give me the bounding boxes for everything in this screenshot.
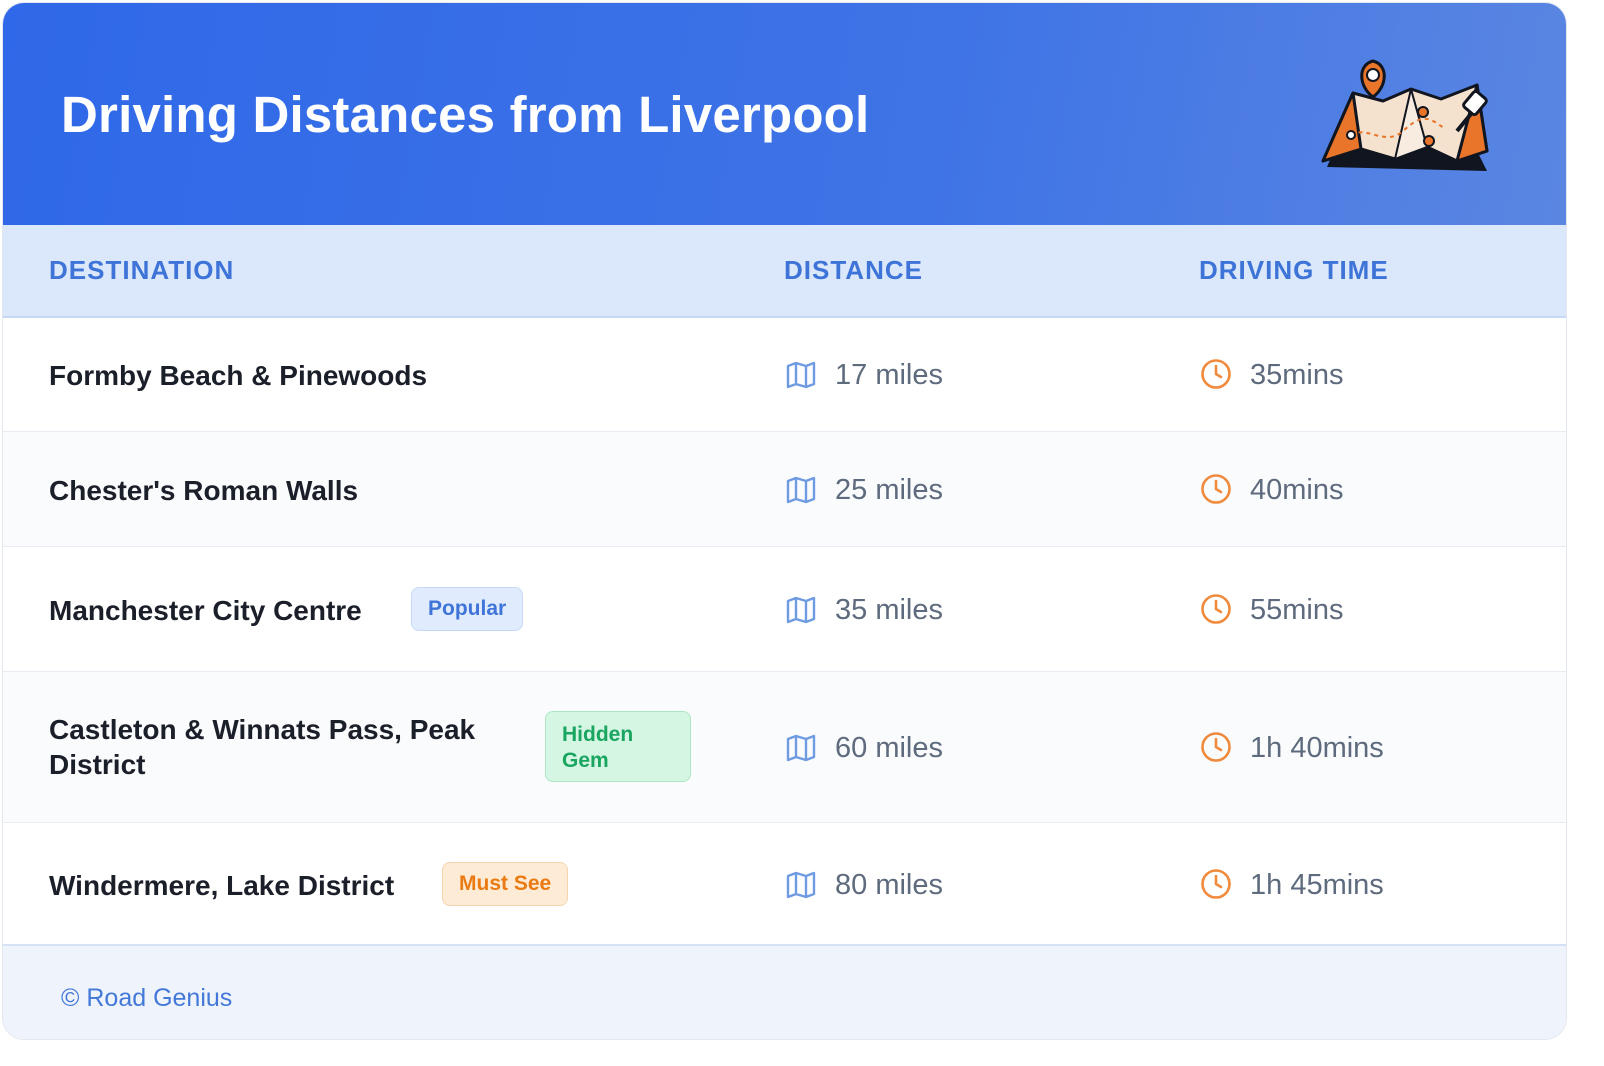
destination-name: Manchester City Centre xyxy=(49,595,362,626)
column-header-destination: DESTINATION xyxy=(49,255,235,285)
popular-badge: Popular xyxy=(411,587,524,631)
table-row: Castleton & Winnats Pass, Peak District … xyxy=(3,672,1566,823)
driving-time-value: 40mins xyxy=(1250,474,1344,506)
clock-icon xyxy=(1201,359,1231,389)
distance-value: 60 miles xyxy=(835,732,943,764)
destination-name: Formby Beach & Pinewoods xyxy=(49,360,428,391)
hidden-gem-badge: Hidden Gem xyxy=(545,711,691,782)
map-icon xyxy=(786,476,816,504)
page-title: Driving Distances from Liverpool xyxy=(61,86,870,143)
table-header: DESTINATION DISTANCE DRIVING TIME xyxy=(3,225,1566,318)
clock-icon xyxy=(1201,732,1231,762)
clock-icon xyxy=(1201,594,1231,624)
must-see-badge: Must See xyxy=(442,862,569,906)
card-footer: © Road Genius xyxy=(3,944,1566,1039)
table-row: Windermere, Lake District Must See 80 mi… xyxy=(3,823,1566,944)
table-row: Chester's Roman Walls 25 miles 40mins xyxy=(3,432,1566,547)
table-row: Formby Beach & Pinewoods 17 miles 35mins xyxy=(3,318,1566,432)
column-header-distance: DISTANCE xyxy=(784,255,923,285)
map-icon xyxy=(786,361,816,389)
copyright-credit: © Road Genius xyxy=(61,984,233,1012)
destination-name: Windermere, Lake District xyxy=(49,870,395,901)
distance-value: 35 miles xyxy=(835,594,943,626)
driving-time-value: 1h 45mins xyxy=(1250,869,1384,901)
clock-icon xyxy=(1201,869,1231,899)
column-header-driving-time: DRIVING TIME xyxy=(1199,255,1389,285)
driving-time-value: 35mins xyxy=(1250,359,1344,391)
folded-map-icon xyxy=(1321,59,1489,171)
distance-value: 25 miles xyxy=(835,474,943,506)
destination-name: Castleton & Winnats Pass, Peak District xyxy=(49,714,476,780)
map-icon xyxy=(786,871,816,899)
card-header: Driving Distances from Liverpool xyxy=(3,3,1566,225)
distance-card: Driving Distances from Liverpool DESTINA… xyxy=(2,2,1567,1040)
map-icon xyxy=(786,596,816,624)
table-row: Manchester City Centre Popular 35 miles … xyxy=(3,547,1566,672)
distance-value: 80 miles xyxy=(835,869,943,901)
distance-value: 17 miles xyxy=(835,359,943,391)
driving-time-value: 55mins xyxy=(1250,594,1344,626)
map-icon xyxy=(786,734,816,762)
clock-icon xyxy=(1201,474,1231,504)
driving-time-value: 1h 40mins xyxy=(1250,732,1384,764)
destination-name: Chester's Roman Walls xyxy=(49,475,359,506)
